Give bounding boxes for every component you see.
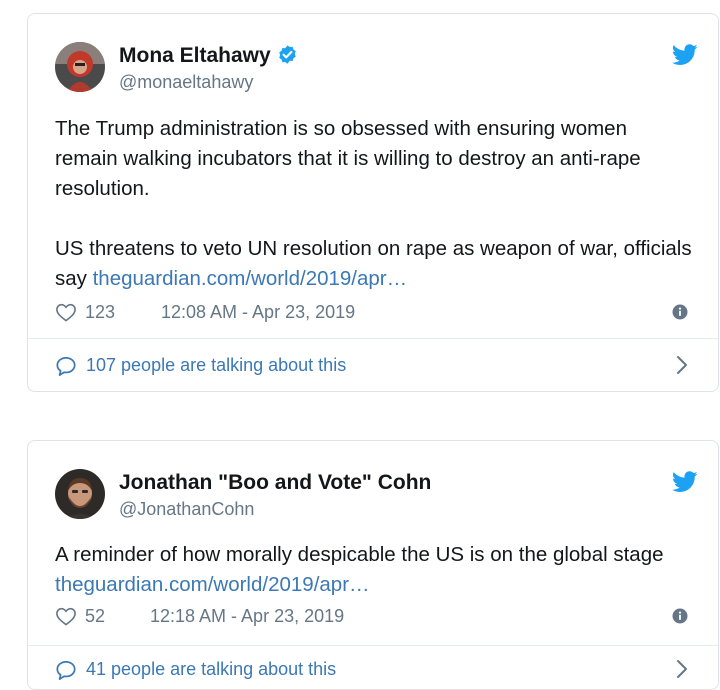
divider [28,645,718,646]
article-link[interactable]: theguardian.com/world/2019/apr… [93,267,408,290]
tweet-meta: 52 12:18 AM - Apr 23, 2019 [55,604,688,630]
timestamp[interactable]: 12:18 AM - Apr 23, 2019 [150,606,344,627]
tweet-card: Mona Eltahawy @monaeltahawy The Trump ad… [27,13,719,392]
speech-bubble-icon [55,356,77,382]
heart-icon[interactable] [55,302,77,327]
author-name[interactable]: Jonathan "Boo and Vote" Cohn [119,471,431,495]
tweet-header: Mona Eltahawy @monaeltahawy [55,42,698,94]
tweet-paragraph: The Trump administration is so obsessed … [55,117,641,200]
author-handle[interactable]: @JonathanCohn [119,499,254,520]
tweet-paragraph: US threatens to veto UN resolution on ra… [55,234,692,294]
chevron-right-icon[interactable] [676,355,688,380]
tweet-card: Jonathan "Boo and Vote" Cohn @JonathanCo… [27,440,719,690]
tweet-header: Jonathan "Boo and Vote" Cohn @JonathanCo… [55,469,698,521]
article-link[interactable]: theguardian.com/world/2019/apr… [55,573,370,596]
conversation-link[interactable]: 41 people are talking about this [55,657,688,685]
author-name[interactable]: Mona Eltahawy [119,44,298,71]
author-handle[interactable]: @monaeltahawy [119,72,253,93]
talking-label[interactable]: 41 people are talking about this [86,659,336,680]
chevron-right-icon[interactable] [676,659,688,684]
tweet-paragraph-text: A reminder of how morally despicable the… [55,543,664,566]
avatar[interactable] [55,42,105,92]
twitter-bird-icon[interactable] [671,471,698,498]
speech-bubble-icon [55,660,77,686]
conversation-link[interactable]: 107 people are talking about this [55,353,688,381]
verified-badge-icon [277,44,298,71]
heart-icon[interactable] [55,606,77,631]
divider [28,338,718,339]
timestamp[interactable]: 12:08 AM - Apr 23, 2019 [161,302,355,323]
talking-label[interactable]: 107 people are talking about this [86,355,346,376]
avatar[interactable] [55,469,105,519]
tweet-text: The Trump administration is so obsessed … [55,114,692,294]
tweet-paragraph: A reminder of how morally despicable the… [55,540,692,600]
like-count[interactable]: 123 [85,302,115,323]
info-icon[interactable] [672,608,688,629]
like-count[interactable]: 52 [85,606,105,627]
author-name-text[interactable]: Mona Eltahawy [119,44,271,67]
tweet-text: A reminder of how morally despicable the… [55,540,692,600]
info-icon[interactable] [672,304,688,325]
tweet-meta: 123 12:08 AM - Apr 23, 2019 [55,300,688,326]
twitter-bird-icon[interactable] [671,44,698,71]
